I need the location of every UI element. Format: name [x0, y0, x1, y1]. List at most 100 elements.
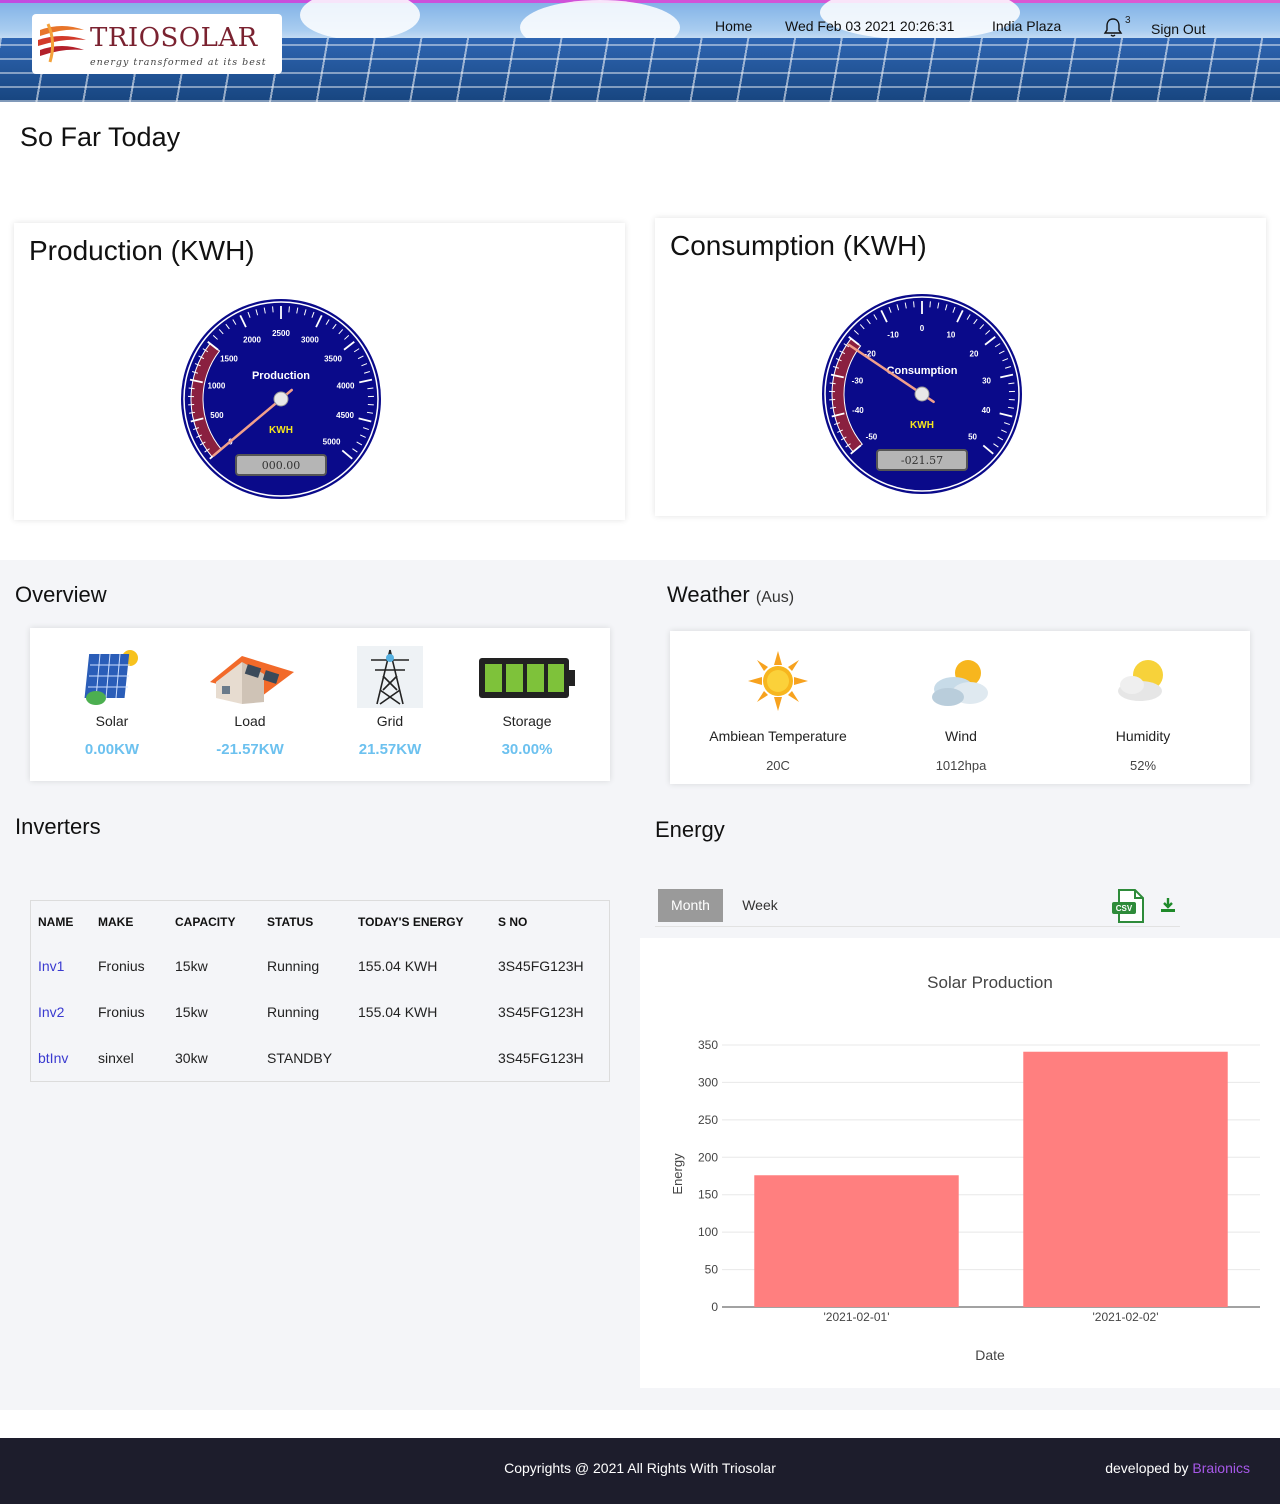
gauge-tick-label: 40 [982, 406, 991, 415]
solar-panel-icon [84, 650, 138, 705]
download-icon[interactable] [1159, 896, 1177, 914]
power-tower-icon [357, 646, 423, 708]
sun-icon [748, 651, 808, 711]
gauge-unit-label: KWH [910, 420, 934, 431]
gauge-minor-tick [272, 306, 274, 313]
solar-production-chart: Solar Production 0 50 100 150 200 250 300 350 '20… [640, 938, 1280, 1388]
inverters-title: Inverters [15, 814, 101, 839]
footer: Copyrights @ 2021 All Rights With Trioso… [0, 1438, 1280, 1504]
weather-item-temperature: Ambiean Temperature 20C [688, 651, 868, 773]
header-banner: TRIOSOLAR energy transformed at its best… [0, 0, 1280, 102]
sign-out-link[interactable]: Sign Out [1151, 21, 1205, 37]
header-datetime: Wed Feb 03 2021 20:26:31 [785, 18, 955, 34]
weather-label: Ambiean Temperature [709, 728, 847, 744]
page-title: So Far Today [20, 122, 181, 152]
y-tick-label: 200 [698, 1150, 718, 1164]
overview-item-grid: Grid 21.57KW [330, 646, 450, 758]
table-cell: 155.04 KWH [358, 1004, 438, 1020]
gauge-tick-label: 10 [946, 331, 955, 340]
house-icon [210, 656, 294, 704]
x-tick-label: '2021-02-02' [1093, 1310, 1159, 1324]
overview-label: Load [234, 713, 266, 729]
weather-region: (Aus) [755, 589, 795, 606]
chart-bar [754, 1175, 959, 1307]
y-tick-label: 350 [698, 1038, 718, 1052]
gauge-minor-tick [367, 387, 374, 390]
bar-chart: Solar Production 0 50 100 150 200 250 300 350 '20… [670, 973, 1260, 1363]
overview-value: 0.00KW [84, 741, 140, 758]
y-tick-label: 50 [705, 1263, 719, 1277]
location-selector[interactable]: India Plaza [992, 18, 1061, 34]
cloudy-sun-icon [932, 660, 988, 706]
y-axis-label: Energy [670, 1153, 685, 1195]
column-header-make: MAKE [98, 915, 134, 929]
gauge-tick-label: 1500 [220, 354, 238, 363]
gauge-needle-hub [914, 386, 930, 402]
weather-value: 52% [1129, 758, 1157, 773]
table-cell: 3S45FG123H [498, 1004, 584, 1020]
tab-divider [655, 926, 1180, 927]
production-gauge: 0500100015002000250030003500400045005000… [181, 299, 381, 499]
weather-value: 1012hpa [935, 758, 987, 773]
x-tick-label: '2021-02-01' [824, 1310, 890, 1324]
gauge-tick-label: 3000 [301, 336, 319, 345]
gauge-minor-tick [188, 387, 195, 390]
weather-card: Ambiean Temperature 20C Wind 1012hpa Hum… [670, 631, 1250, 784]
overview-card: Solar 0.00KW Load -21.57KW Grid 21.57KW … [30, 628, 610, 781]
gauge-tick-label: -40 [852, 406, 864, 415]
bell-icon[interactable] [1102, 16, 1124, 38]
x-axis-label: Date [975, 1347, 1005, 1363]
consumption-card: Consumption (KWH) -50 -40 -30 -20 -10 0 10 20 30… [655, 218, 1266, 516]
battery-icon [479, 658, 575, 698]
gauge-tick-label: 4000 [337, 381, 355, 390]
gauge-tick-label: 0 [920, 324, 925, 333]
partly-cloudy-icon [1118, 660, 1163, 701]
tab-week[interactable]: Week [729, 889, 791, 922]
logo-tagline: energy transformed at its best [90, 57, 267, 68]
gauge-tick-label: 50 [968, 432, 977, 441]
logo[interactable]: TRIOSOLAR energy transformed at its best [32, 14, 282, 74]
overview-item-load: Load -21.57KW [190, 646, 310, 758]
gauge-tick-label: 20 [970, 349, 979, 358]
gauge-tick-label: -50 [866, 432, 878, 441]
gauge-minor-tick [1008, 382, 1015, 385]
y-tick-label: 300 [698, 1075, 718, 1089]
gauge-tick-label: 30 [982, 376, 991, 385]
developer-link[interactable]: Braionics [1192, 1460, 1250, 1476]
tab-month[interactable]: Month [658, 889, 723, 922]
inverter-name-link[interactable]: Inv1 [38, 958, 64, 974]
header-accent-line [0, 0, 1280, 3]
table-cell: Running [267, 958, 320, 974]
table-cell: 3S45FG123H [498, 958, 584, 974]
gauge-tick-label: 5000 [323, 437, 341, 446]
cloud-decoration [300, 0, 420, 40]
table-cell: STANDBY [267, 1050, 333, 1066]
gauge-center-label: Production [252, 370, 310, 382]
production-title: Production (KWH) [29, 235, 255, 266]
gauge-readout: -021.57 [901, 454, 943, 467]
csv-file-icon[interactable]: CSV [1111, 888, 1147, 924]
gauge-tick-label: 1000 [208, 381, 226, 390]
overview-value: -21.57KW [216, 741, 284, 758]
column-header-todays-energy: TODAY'S ENERGY [358, 915, 464, 929]
overview-title: Overview [15, 582, 107, 607]
gauge-minor-tick [929, 301, 931, 308]
logo-name: TRIOSOLAR [90, 23, 258, 53]
production-card: Production (KWH) 05001000150020002500300… [14, 223, 625, 520]
developed-by-label: developed by [1105, 1460, 1193, 1476]
weather-title: Weather (Aus) [667, 582, 794, 608]
column-header-status: STATUS [267, 915, 314, 929]
developed-by: developed by Braionics [1105, 1460, 1250, 1476]
weather-title-text: Weather [667, 582, 750, 607]
gauge-unit-label: KWH [269, 425, 293, 436]
svg-text:CSV: CSV [1116, 904, 1133, 913]
inverter-name-link[interactable]: btInv [38, 1050, 68, 1066]
consumption-gauge: -50-40-30-20-1001020304050ConsumptionKWH… [822, 294, 1022, 494]
nav-home-link[interactable]: Home [715, 18, 752, 34]
weather-label: Humidity [1115, 728, 1171, 744]
table-cell: 15kw [175, 1004, 208, 1020]
table-cell: Fronius [98, 1004, 145, 1020]
table-cell: Fronius [98, 958, 145, 974]
inverter-name-link[interactable]: Inv2 [38, 1004, 64, 1020]
weather-label: Wind [945, 728, 977, 744]
